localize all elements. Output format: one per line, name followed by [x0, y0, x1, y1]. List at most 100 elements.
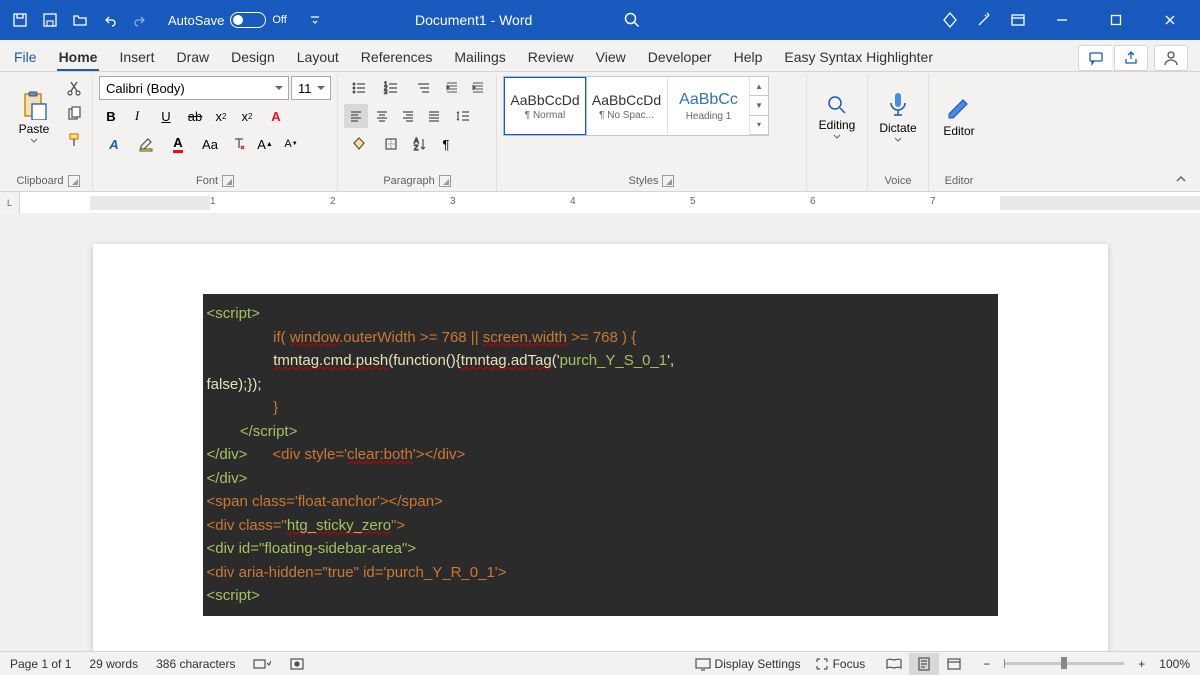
qat-save-alt-icon[interactable]: [8, 8, 32, 32]
text-fill-button[interactable]: A: [99, 132, 129, 156]
multilevel-list-button[interactable]: [408, 76, 438, 100]
status-page[interactable]: Page 1 of 1: [10, 657, 71, 671]
close-button[interactable]: [1148, 0, 1192, 40]
font-size-combo[interactable]: 11: [291, 76, 331, 100]
focus-button[interactable]: Focus: [815, 657, 866, 671]
italic-button[interactable]: I: [125, 104, 149, 128]
font-color-button[interactable]: A: [163, 132, 193, 156]
account-button[interactable]: [1154, 45, 1188, 71]
minimize-button[interactable]: [1040, 0, 1084, 40]
dialog-launcher-icon[interactable]: [68, 175, 80, 187]
tab-design[interactable]: Design: [229, 43, 277, 71]
styles-up-icon[interactable]: ▲: [750, 77, 768, 96]
dialog-launcher-icon[interactable]: [662, 175, 674, 187]
align-right-button[interactable]: [396, 104, 420, 128]
tab-insert[interactable]: Insert: [117, 43, 156, 71]
search-icon[interactable]: [620, 8, 644, 32]
copy-button[interactable]: [62, 102, 86, 126]
bold-button[interactable]: B: [99, 104, 123, 128]
grow-font-button[interactable]: A▲: [253, 132, 277, 156]
ruler-corner[interactable]: L: [0, 192, 20, 214]
tab-review[interactable]: Review: [526, 43, 576, 71]
tab-help[interactable]: Help: [732, 43, 765, 71]
styles-more-icon[interactable]: ▾: [750, 116, 768, 135]
style-heading1[interactable]: AaBbCcHeading 1: [668, 77, 750, 135]
align-left-button[interactable]: [344, 104, 368, 128]
format-painter-button[interactable]: [62, 128, 86, 152]
shrink-font-button[interactable]: A▼: [279, 132, 303, 156]
diamond-icon[interactable]: [938, 8, 962, 32]
document-title: Document1 - Word: [333, 12, 615, 28]
align-center-button[interactable]: [370, 104, 394, 128]
increase-indent-button[interactable]: [466, 76, 490, 100]
status-words[interactable]: 29 words: [89, 657, 138, 671]
cut-button[interactable]: [62, 76, 86, 100]
ribbon-mode-icon[interactable]: [1006, 8, 1030, 32]
superscript-button[interactable]: x2: [235, 104, 259, 128]
tab-home[interactable]: Home: [57, 43, 100, 71]
undo-icon[interactable]: [98, 8, 122, 32]
tab-mailings[interactable]: Mailings: [452, 43, 507, 71]
editor-button[interactable]: Editor: [935, 76, 983, 156]
zoom-slider[interactable]: [1004, 662, 1124, 665]
justify-button[interactable]: [422, 104, 446, 128]
share-button[interactable]: [1114, 45, 1148, 71]
numbering-button[interactable]: 123: [376, 76, 406, 100]
tab-file[interactable]: File: [12, 43, 39, 71]
collapse-ribbon-icon[interactable]: [1166, 74, 1196, 191]
tab-draw[interactable]: Draw: [174, 43, 211, 71]
save-icon[interactable]: [38, 8, 62, 32]
print-layout-icon[interactable]: [909, 653, 939, 675]
status-bar: Page 1 of 1 29 words 386 characters Disp…: [0, 651, 1200, 675]
underline-button[interactable]: U: [151, 104, 181, 128]
read-mode-icon[interactable]: [879, 653, 909, 675]
status-macro-icon[interactable]: [289, 657, 305, 671]
change-case-button[interactable]: Aa: [195, 132, 225, 156]
qat-customize-icon[interactable]: [303, 8, 327, 32]
styles-down-icon[interactable]: ▼: [750, 96, 768, 115]
maximize-button[interactable]: [1094, 0, 1138, 40]
wand-icon[interactable]: [972, 8, 996, 32]
strikethrough-button[interactable]: ab: [183, 104, 207, 128]
zoom-in-button[interactable]: +: [1138, 657, 1145, 671]
comments-button[interactable]: [1078, 45, 1112, 71]
redo-icon[interactable]: [128, 8, 152, 32]
paste-button[interactable]: Paste: [10, 76, 58, 156]
title-bar: AutoSave Off Document1 - Word: [0, 0, 1200, 40]
zoom-level[interactable]: 100%: [1159, 657, 1190, 671]
open-icon[interactable]: [68, 8, 92, 32]
shading-button[interactable]: [344, 132, 374, 156]
highlight-button[interactable]: [131, 132, 161, 156]
tab-easy-syntax[interactable]: Easy Syntax Highlighter: [782, 43, 935, 71]
ribbon-tabs: File Home Insert Draw Design Layout Refe…: [0, 40, 1200, 72]
text-effects-button[interactable]: A: [261, 104, 291, 128]
dialog-launcher-icon[interactable]: [439, 175, 451, 187]
sort-button[interactable]: AZ: [408, 132, 432, 156]
style-normal[interactable]: AaBbCcDd¶ Normal: [504, 77, 586, 135]
page[interactable]: <script> if( window.outerWidth >= 768 ||…: [93, 244, 1108, 651]
bullets-button[interactable]: [344, 76, 374, 100]
status-chars[interactable]: 386 characters: [156, 657, 235, 671]
tab-view[interactable]: View: [594, 43, 628, 71]
dialog-launcher-icon[interactable]: [222, 175, 234, 187]
editing-button[interactable]: Editing: [813, 76, 861, 156]
autosave-toggle[interactable]: AutoSave Off: [168, 12, 287, 28]
tab-references[interactable]: References: [359, 43, 435, 71]
web-layout-icon[interactable]: [939, 653, 969, 675]
style-no-spacing[interactable]: AaBbCcDd¶ No Spac...: [586, 77, 668, 135]
group-clipboard: Paste Clipboard: [4, 74, 93, 191]
font-name-combo[interactable]: Calibri (Body): [99, 76, 289, 100]
tab-layout[interactable]: Layout: [295, 43, 341, 71]
dictate-button[interactable]: Dictate: [874, 76, 922, 156]
decrease-indent-button[interactable]: [440, 76, 464, 100]
clear-formatting-button[interactable]: [227, 132, 251, 156]
zoom-out-button[interactable]: −: [983, 657, 990, 671]
show-hide-button[interactable]: ¶: [434, 132, 458, 156]
tab-developer[interactable]: Developer: [646, 43, 714, 71]
borders-button[interactable]: [376, 132, 406, 156]
status-spellcheck-icon[interactable]: [253, 657, 271, 671]
toggle-off-icon[interactable]: [230, 12, 266, 28]
line-spacing-button[interactable]: [448, 104, 478, 128]
display-settings-button[interactable]: Display Settings: [695, 657, 801, 671]
subscript-button[interactable]: x2: [209, 104, 233, 128]
